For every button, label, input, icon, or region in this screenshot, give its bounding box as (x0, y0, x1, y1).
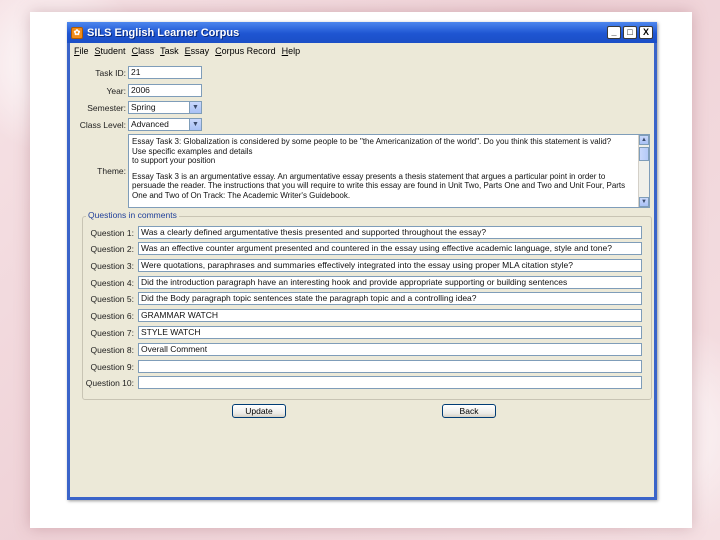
menu-corpus-record[interactable]: Corpus Record (215, 46, 276, 56)
menu-class[interactable]: Class (132, 46, 155, 56)
close-button[interactable]: X (639, 26, 653, 39)
scroll-down-icon[interactable]: ▼ (639, 197, 649, 207)
questions-legend: Questions in comments (86, 210, 179, 220)
year-label: Year: (106, 86, 126, 96)
menu-essay[interactable]: Essay (185, 46, 210, 56)
theme-paragraph-2: Essay Task 3 is an argumentative essay. … (132, 171, 626, 200)
theme-textarea[interactable]: Essay Task 3: Globalization is considere… (128, 134, 650, 208)
menu-file[interactable]: File (74, 46, 89, 56)
question-6-label: Question 6: (90, 311, 134, 321)
task-id-field[interactable]: 21 (128, 66, 202, 79)
chevron-down-icon[interactable]: ▼ (189, 119, 201, 130)
window-title: SILS English Learner Corpus (87, 26, 240, 39)
semester-label: Semester: (87, 103, 126, 113)
question-6-field[interactable]: GRAMMAR WATCH (138, 309, 642, 322)
menu-help[interactable]: Help (282, 46, 301, 56)
question-5-label: Question 5: (90, 294, 134, 304)
scroll-up-icon[interactable]: ▲ (639, 135, 649, 145)
question-10-field[interactable] (138, 376, 642, 389)
year-field[interactable]: 2006 (128, 84, 202, 97)
scroll-thumb[interactable] (639, 147, 649, 161)
question-3-label: Question 3: (90, 261, 134, 271)
back-button[interactable]: Back (442, 404, 496, 418)
question-8-label: Question 8: (90, 345, 134, 355)
class-level-select[interactable]: Advanced ▼ (128, 118, 202, 131)
theme-label: Theme: (97, 166, 126, 176)
question-8-field[interactable]: Overall Comment (138, 343, 642, 356)
theme-scrollbar[interactable]: ▲ ▼ (638, 135, 649, 207)
question-1-field[interactable]: Was a clearly defined argumentative thes… (138, 226, 642, 239)
semester-select[interactable]: Spring ▼ (128, 101, 202, 114)
minimize-button[interactable]: _ (607, 26, 621, 39)
question-4-label: Question 4: (90, 278, 134, 288)
menu-task[interactable]: Task (160, 46, 179, 56)
question-10-label: Question 10: (85, 378, 134, 388)
question-2-field[interactable]: Was an effective counter argument presen… (138, 242, 642, 255)
title-bar[interactable]: ✿ SILS English Learner Corpus _ □ X (67, 22, 657, 43)
update-button[interactable]: Update (232, 404, 286, 418)
question-9-field[interactable] (138, 360, 642, 373)
task-id-label: Task ID: (95, 68, 126, 78)
question-7-label: Question 7: (90, 328, 134, 338)
menu-student[interactable]: Student (95, 46, 126, 56)
maximize-button[interactable]: □ (623, 26, 637, 39)
app-window: ✿ SILS English Learner Corpus _ □ X File… (67, 22, 657, 500)
question-1-label: Question 1: (90, 228, 134, 238)
question-9-label: Question 9: (90, 362, 134, 372)
class-level-value: Advanced (131, 119, 169, 129)
chevron-down-icon[interactable]: ▼ (189, 102, 201, 113)
menu-bar: File Student Class Task Essay Corpus Rec… (70, 43, 654, 59)
question-4-field[interactable]: Did the introduction paragraph have an i… (138, 276, 642, 289)
question-2-label: Question 2: (90, 244, 134, 254)
app-icon: ✿ (71, 26, 83, 39)
theme-paragraph-1: Essay Task 3: Globalization is considere… (132, 137, 612, 165)
question-3-field[interactable]: Were quotations, paraphrases and summari… (138, 259, 642, 272)
class-level-label: Class Level: (79, 120, 126, 130)
question-5-field[interactable]: Did the Body paragraph topic sentences s… (138, 292, 642, 305)
semester-value: Spring (131, 102, 156, 112)
question-7-field[interactable]: STYLE WATCH (138, 326, 642, 339)
